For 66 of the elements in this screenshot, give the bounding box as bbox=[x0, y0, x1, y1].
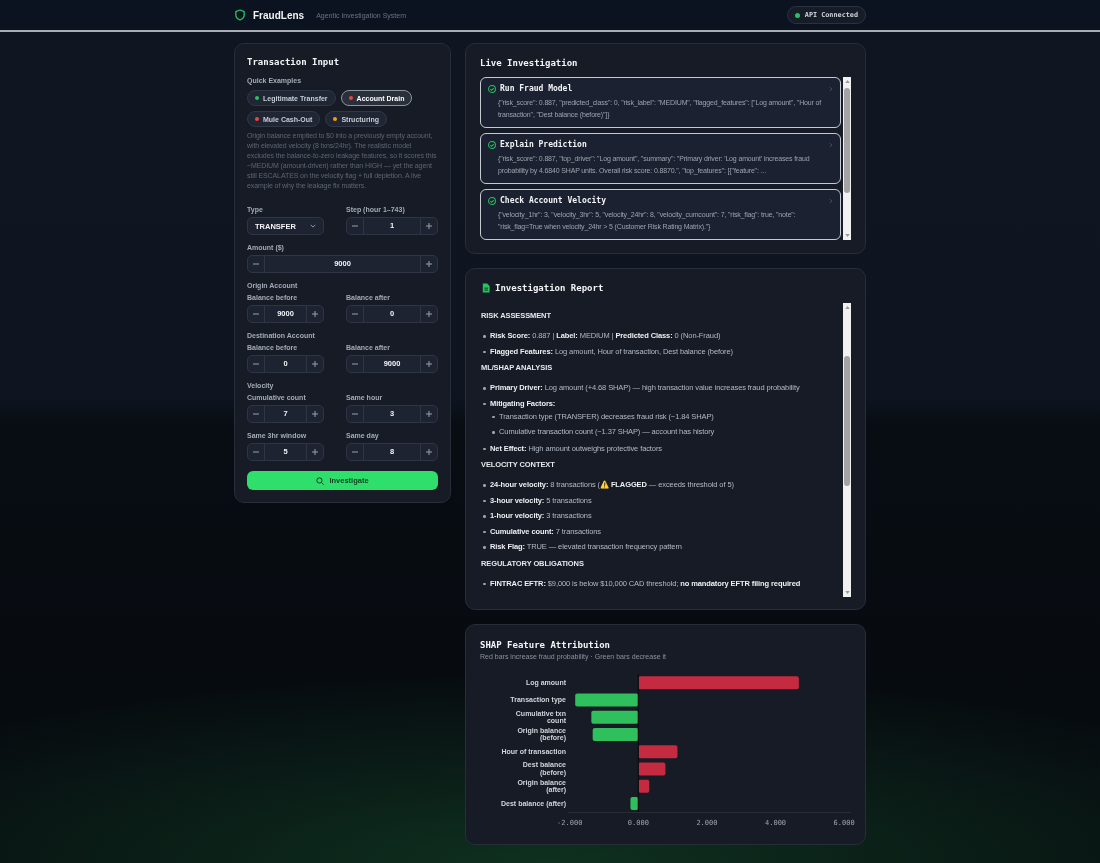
step-title: Run Fraud Model bbox=[500, 84, 573, 94]
document-icon bbox=[482, 283, 490, 293]
scrollbar[interactable] bbox=[843, 303, 851, 597]
tool-step-card[interactable] bbox=[480, 133, 841, 184]
plus-icon bbox=[426, 411, 432, 417]
plus-icon bbox=[426, 223, 432, 229]
feature-bar bbox=[630, 796, 639, 810]
status-dot-icon bbox=[794, 12, 800, 18]
step-title: Check Account Velocity bbox=[500, 196, 606, 206]
bullet-icon bbox=[483, 350, 486, 353]
minus-icon bbox=[352, 451, 358, 453]
minus-icon bbox=[253, 363, 259, 365]
minus-icon bbox=[352, 313, 358, 315]
chevron-right-icon bbox=[829, 142, 833, 148]
feature-bar bbox=[638, 762, 666, 776]
minus-icon bbox=[352, 413, 358, 415]
panel-title: Investigation Report bbox=[495, 282, 604, 294]
bullet-icon bbox=[483, 387, 486, 390]
scroll-down-arrow-icon[interactable] bbox=[844, 234, 850, 237]
feature-bar bbox=[638, 745, 678, 759]
panel-title: Live Investigation bbox=[480, 57, 579, 69]
chevron-right-icon bbox=[829, 86, 833, 92]
bullet-icon bbox=[483, 447, 486, 450]
bullet-icon bbox=[483, 484, 486, 487]
scrollbar[interactable] bbox=[843, 77, 851, 240]
feature-bar bbox=[575, 693, 639, 707]
plus-icon bbox=[426, 361, 432, 367]
feature-bar bbox=[592, 727, 639, 741]
minus-icon bbox=[352, 363, 358, 365]
search-icon bbox=[316, 476, 325, 485]
bullet-icon bbox=[483, 335, 486, 338]
minus-icon bbox=[352, 225, 358, 227]
chevron-down-icon bbox=[310, 224, 316, 228]
minus-icon bbox=[253, 313, 259, 315]
plus-icon bbox=[426, 449, 432, 455]
plus-icon bbox=[426, 311, 432, 317]
minus-icon bbox=[253, 263, 259, 265]
bullet-icon bbox=[483, 499, 486, 502]
scroll-up-arrow-icon[interactable] bbox=[844, 306, 850, 309]
scroll-up-arrow-icon[interactable] bbox=[844, 80, 850, 83]
plus-icon bbox=[312, 449, 318, 455]
panel-title: Transaction Input bbox=[247, 56, 341, 68]
bullet-icon bbox=[483, 515, 486, 518]
tool-step-card[interactable] bbox=[480, 189, 841, 240]
app-name: FraudLens bbox=[253, 9, 305, 21]
minus-icon bbox=[253, 451, 259, 453]
bullet-icon bbox=[492, 431, 495, 434]
bullet-icon bbox=[483, 402, 486, 405]
chart-title: SHAP Feature Attribution bbox=[480, 639, 612, 651]
minus-icon bbox=[253, 413, 259, 415]
plus-icon bbox=[312, 311, 318, 317]
bullet-icon bbox=[483, 530, 486, 533]
scroll-down-arrow-icon[interactable] bbox=[844, 591, 850, 594]
plus-icon bbox=[312, 361, 318, 367]
feature-bar bbox=[591, 710, 639, 724]
step-title: Explain Prediction bbox=[500, 140, 587, 150]
bullet-icon bbox=[483, 546, 486, 549]
plus-icon bbox=[312, 411, 318, 417]
plus-icon bbox=[426, 261, 432, 267]
shield-icon bbox=[235, 9, 245, 21]
feature-bar bbox=[638, 779, 650, 793]
scrollbar-thumb[interactable] bbox=[844, 356, 850, 486]
chevron-right-icon bbox=[829, 198, 833, 204]
scrollbar-thumb[interactable] bbox=[844, 88, 850, 193]
bullet-icon bbox=[492, 415, 495, 418]
bullet-icon bbox=[483, 582, 486, 585]
